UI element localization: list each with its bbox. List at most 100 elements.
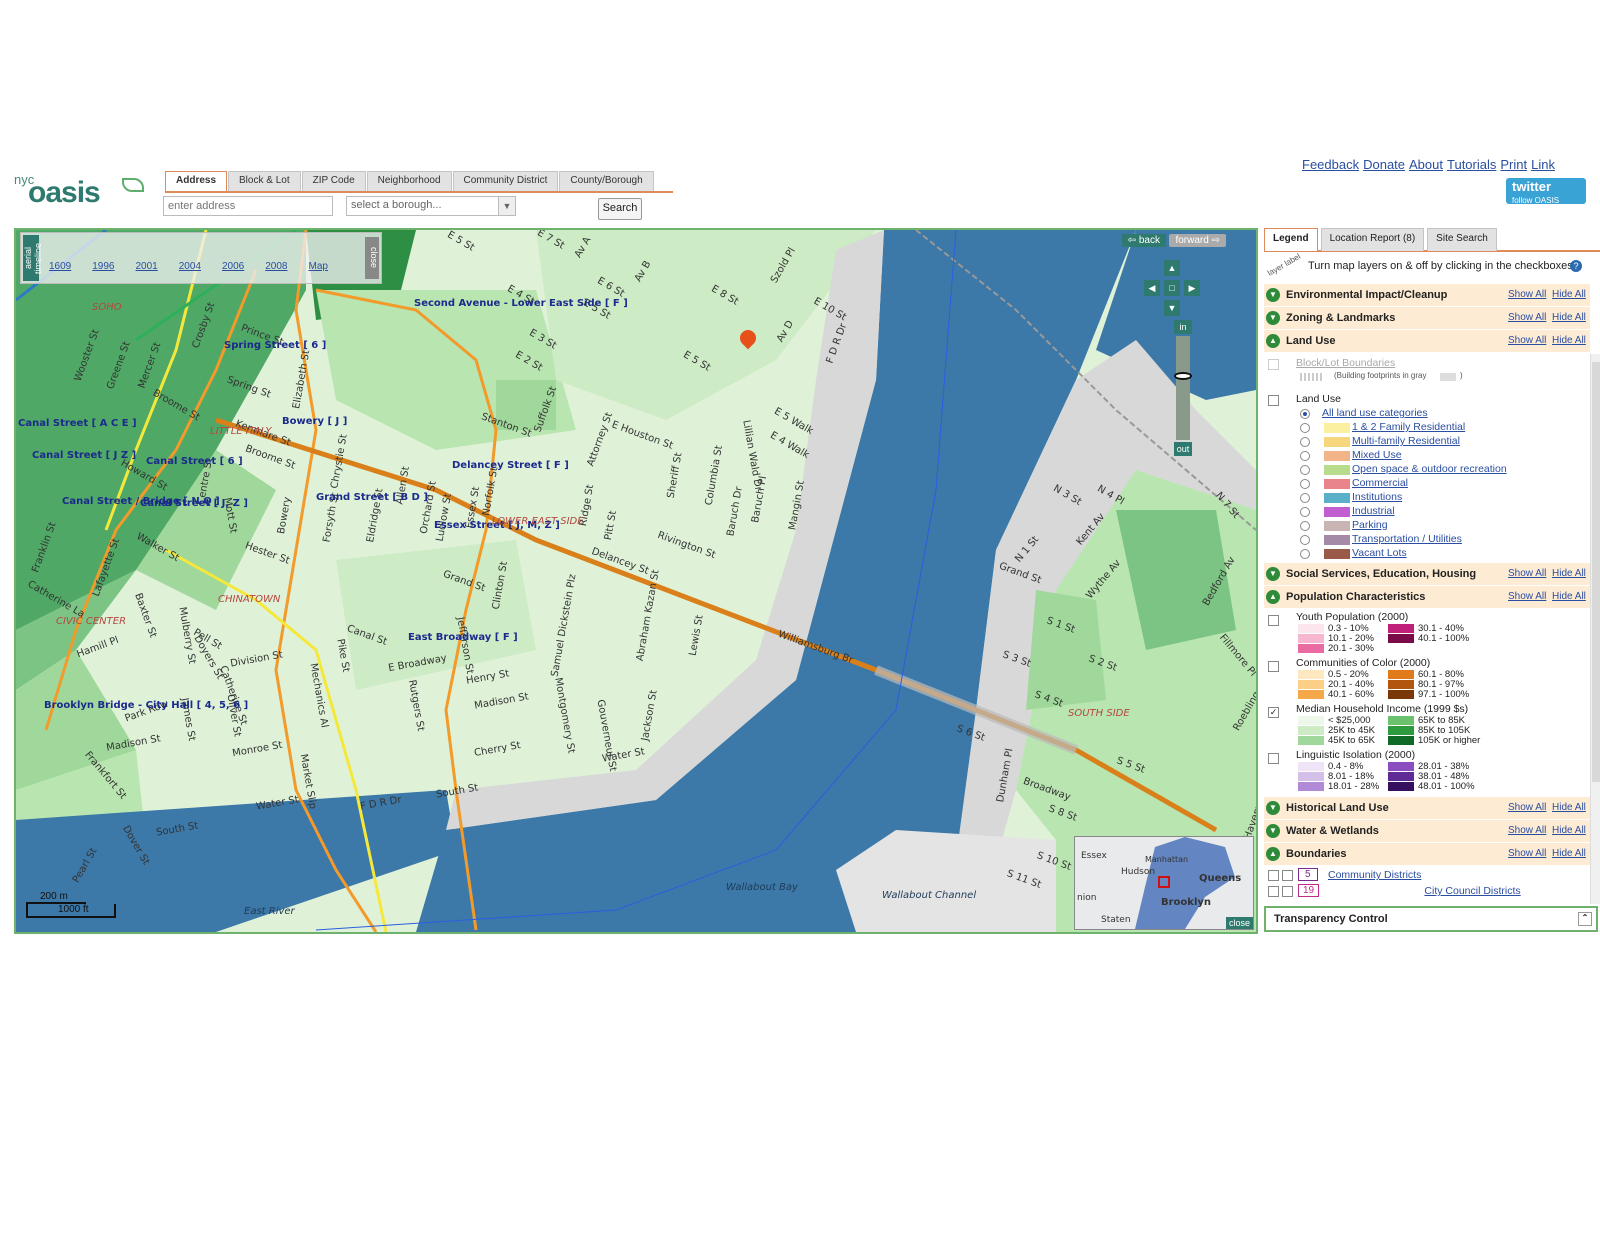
overview-map[interactable]: Essex Hudson Manhattan Queens Brooklyn S… [1074, 836, 1254, 930]
tab-community-district[interactable]: Community District [452, 171, 559, 191]
linguistic-isolation-link[interactable]: Linguistic Isolation (2000) [1296, 749, 1415, 761]
legend-scrollbar[interactable] [1590, 354, 1600, 904]
boundary-checkbox[interactable] [1268, 886, 1279, 897]
show-all-link[interactable]: Show All [1508, 284, 1546, 306]
tab-address[interactable]: Address [165, 171, 228, 191]
hide-all-link[interactable]: Hide All [1552, 797, 1586, 819]
land-use-label[interactable]: Transportation / Utilities [1352, 533, 1462, 545]
link-link[interactable]: Link [1531, 157, 1555, 172]
pan-up-icon[interactable]: ▲ [1164, 260, 1180, 276]
pan-left-icon[interactable]: ◀ [1144, 280, 1160, 296]
land-use-item[interactable]: Industrial [1300, 505, 1580, 519]
hide-all-link[interactable]: Hide All [1552, 563, 1586, 585]
boundary-label-checkbox[interactable] [1282, 870, 1293, 881]
twitter-follow-button[interactable]: twitter follow OASIS [1506, 178, 1586, 205]
show-all-link[interactable]: Show All [1508, 330, 1546, 352]
section-environmental[interactable]: ▼ Environmental Impact/Cleanup Show All … [1264, 284, 1590, 307]
chevron-down-icon[interactable]: ▼ [498, 197, 515, 215]
land-use-label[interactable]: 1 & 2 Family Residential [1352, 421, 1465, 433]
community-districts-link[interactable]: Community Districts [1328, 869, 1421, 881]
boundary-checkbox[interactable] [1268, 870, 1279, 881]
land-use-label[interactable]: Parking [1352, 519, 1388, 531]
land-use-radio[interactable] [1300, 549, 1310, 559]
zoom-slider-knob[interactable] [1174, 372, 1192, 380]
section-boundaries[interactable]: ▲ Boundaries Show All Hide All [1264, 843, 1590, 866]
linguistic-isolation-checkbox[interactable] [1268, 753, 1279, 764]
timeline-close-button[interactable]: close [365, 237, 379, 279]
land-use-item[interactable]: Institutions [1300, 491, 1580, 505]
land-use-item[interactable]: Multi-family Residential [1300, 435, 1580, 449]
land-use-radio[interactable] [1300, 437, 1310, 447]
youth-population-link[interactable]: Youth Population (2000) [1296, 611, 1408, 623]
tab-site-search[interactable]: Site Search [1427, 228, 1497, 251]
map-forward-button[interactable]: forward ⇨ [1169, 234, 1226, 247]
address-input[interactable] [163, 196, 333, 216]
land-use-radio[interactable] [1300, 409, 1310, 419]
donate-link[interactable]: Donate [1363, 157, 1405, 172]
hide-all-link[interactable]: Hide All [1552, 307, 1586, 329]
pan-center-icon[interactable]: □ [1164, 280, 1180, 296]
collapse-icon[interactable]: ▲ [1266, 334, 1280, 348]
land-use-item[interactable]: Parking [1300, 519, 1580, 533]
timeline-map[interactable]: Map [309, 261, 328, 272]
show-all-link[interactable]: Show All [1508, 843, 1546, 865]
land-use-item[interactable]: Vacant Lots [1300, 547, 1580, 561]
land-use-radio[interactable] [1300, 423, 1310, 433]
youth-population-checkbox[interactable] [1268, 615, 1279, 626]
land-use-item[interactable]: 1 & 2 Family Residential [1300, 421, 1580, 435]
expand-icon[interactable]: ▼ [1266, 288, 1280, 302]
section-zoning[interactable]: ▼ Zoning & Landmarks Show All Hide All [1264, 307, 1590, 330]
land-use-radio[interactable] [1300, 451, 1310, 461]
tab-zip-code[interactable]: ZIP Code [301, 171, 366, 191]
land-use-radio[interactable] [1300, 507, 1310, 517]
section-social-services[interactable]: ▼ Social Services, Education, Housing Sh… [1264, 563, 1590, 586]
block-lot-link[interactable]: Block/Lot Boundaries [1296, 357, 1395, 369]
feedback-link[interactable]: Feedback [1302, 157, 1359, 172]
timeline-year-2001[interactable]: 2001 [136, 261, 158, 272]
tab-neighborhood[interactable]: Neighborhood [366, 171, 452, 191]
timeline-year-2004[interactable]: 2004 [179, 261, 201, 272]
show-all-link[interactable]: Show All [1508, 797, 1546, 819]
block-lot-checkbox[interactable] [1268, 359, 1279, 370]
expand-up-icon[interactable]: ⌃ [1578, 912, 1592, 926]
map-canvas[interactable]: E 5 St E 7 St Av A E 4 St E 6 St Av B E … [14, 228, 1258, 934]
zoom-slider-track[interactable] [1176, 336, 1190, 440]
show-all-link[interactable]: Show All [1508, 586, 1546, 608]
show-all-link[interactable]: Show All [1508, 563, 1546, 585]
hide-all-link[interactable]: Hide All [1552, 330, 1586, 352]
hide-all-link[interactable]: Hide All [1552, 843, 1586, 865]
expand-icon[interactable]: ▼ [1266, 311, 1280, 325]
tab-location-report[interactable]: Location Report (8) [1320, 228, 1425, 251]
land-use-radio[interactable] [1300, 465, 1310, 475]
zoom-in-button[interactable]: in [1174, 320, 1192, 334]
land-use-radio[interactable] [1300, 521, 1310, 531]
borough-select[interactable]: select a borough... ▼ [346, 196, 516, 216]
land-use-item[interactable]: Open space & outdoor recreation [1300, 463, 1580, 477]
section-water-wetlands[interactable]: ▼ Water & Wetlands Show All Hide All [1264, 820, 1590, 843]
communities-of-color-checkbox[interactable] [1268, 661, 1279, 672]
show-all-link[interactable]: Show All [1508, 307, 1546, 329]
land-use-radio[interactable] [1300, 479, 1310, 489]
land-use-label[interactable]: Multi-family Residential [1352, 435, 1460, 447]
timeline-year-2006[interactable]: 2006 [222, 261, 244, 272]
about-link[interactable]: About [1409, 157, 1443, 172]
zoom-out-button[interactable]: out [1174, 442, 1192, 456]
collapse-icon[interactable]: ▲ [1266, 590, 1280, 604]
land-use-item[interactable]: All land use categories [1300, 407, 1580, 421]
communities-of-color-link[interactable]: Communities of Color (2000) [1296, 657, 1430, 669]
timeline-year-1609[interactable]: 1609 [49, 261, 71, 272]
search-button[interactable]: Search [598, 198, 642, 220]
land-use-label[interactable]: All land use categories [1322, 407, 1428, 419]
expand-icon[interactable]: ▼ [1266, 824, 1280, 838]
scrollbar-thumb[interactable] [1592, 362, 1600, 782]
timeline-year-1996[interactable]: 1996 [92, 261, 114, 272]
timeline-year-2008[interactable]: 2008 [265, 261, 287, 272]
median-household-income-checkbox[interactable]: ✓ [1268, 707, 1279, 718]
hide-all-link[interactable]: Hide All [1552, 284, 1586, 306]
section-land-use[interactable]: ▲ Land Use Show All Hide All [1264, 330, 1590, 353]
land-use-item[interactable]: Commercial [1300, 477, 1580, 491]
boundary-label-checkbox[interactable] [1282, 886, 1293, 897]
collapse-icon[interactable]: ▲ [1266, 847, 1280, 861]
land-use-label[interactable]: Industrial [1352, 505, 1395, 517]
tab-legend[interactable]: Legend [1264, 228, 1318, 251]
